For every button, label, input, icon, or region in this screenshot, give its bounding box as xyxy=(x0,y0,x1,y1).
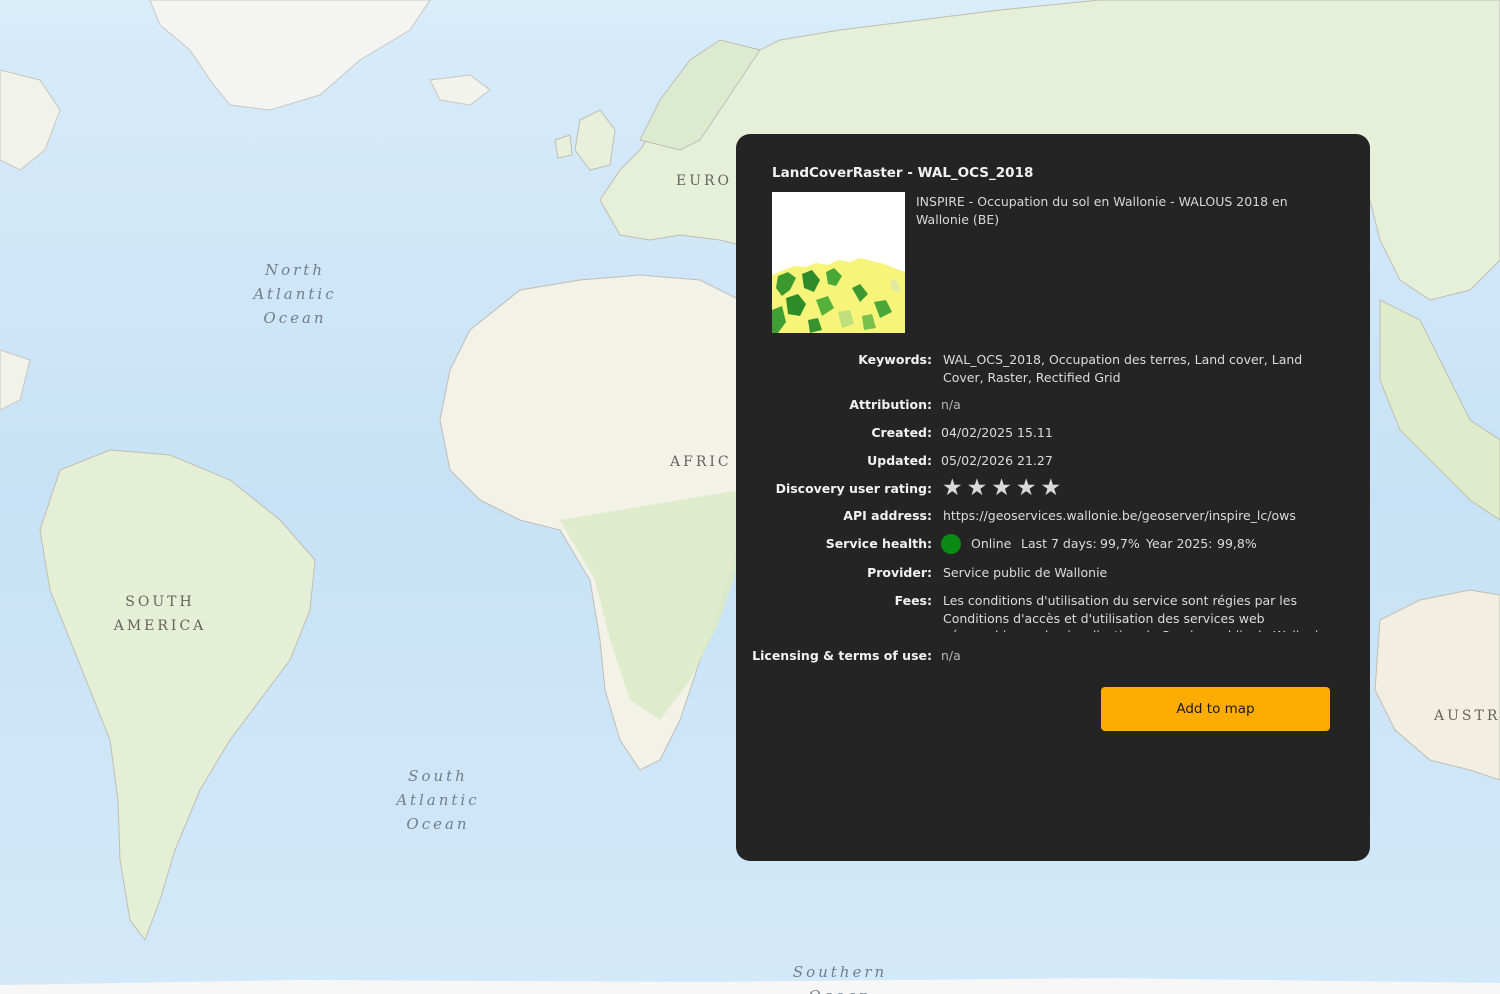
fees-value: Les conditions d'utilisation du service … xyxy=(943,593,1326,632)
year-value: 99,8% xyxy=(1217,536,1257,551)
api-label: API address: xyxy=(843,508,932,523)
year-label: Year 2025: xyxy=(1146,536,1213,551)
star-icon[interactable]: ★ xyxy=(1041,477,1062,500)
keywords-value: WAL_OCS_2018, Occupation des terres, Lan… xyxy=(943,352,1303,385)
created-label: Created: xyxy=(871,425,932,440)
keywords-label: Keywords: xyxy=(858,352,932,367)
status-online-icon xyxy=(941,534,961,554)
fees-label: Fees: xyxy=(894,593,932,608)
africa-label: AFRIC xyxy=(670,454,732,470)
star-icon[interactable]: ★ xyxy=(967,477,988,500)
provider-value: Service public de Wallonie xyxy=(943,565,1108,580)
licensing-value: n/a xyxy=(941,648,961,663)
land-cover-raster-preview-icon xyxy=(772,192,905,333)
rating-label: Discovery user rating: xyxy=(775,481,932,496)
rating-stars[interactable]: ★ ★ ★ ★ ★ xyxy=(942,477,1061,500)
health-status: Online xyxy=(971,536,1012,551)
layer-subtitle: INSPIRE - Occupation du sol en Wallonie … xyxy=(916,194,1288,227)
attribution-label: Attribution: xyxy=(849,397,932,412)
south-atlantic-label: South Atlantic Ocean xyxy=(396,767,480,833)
provider-label: Provider: xyxy=(867,565,932,580)
health-label: Service health: xyxy=(825,536,932,551)
southern-ocean-label: Southern Ocean xyxy=(792,963,888,994)
north-atlantic-label: North Atlantic Ocean xyxy=(253,261,337,327)
layer-info-panel: LandCoverRaster - WAL_OCS_2018 INSPIRE -… xyxy=(736,134,1370,861)
star-icon[interactable]: ★ xyxy=(1016,477,1037,500)
attribution-value: n/a xyxy=(941,397,961,412)
last7-label: Last 7 days: xyxy=(1021,536,1097,551)
europe-label: EURO xyxy=(676,173,733,189)
star-icon[interactable]: ★ xyxy=(942,477,963,500)
star-icon[interactable]: ★ xyxy=(991,477,1012,500)
created-value: 04/02/2025 15.11 xyxy=(941,425,1053,440)
panel-title: LandCoverRaster - WAL_OCS_2018 xyxy=(772,165,1034,181)
south-america-label: SOUTH AMERICA xyxy=(113,594,207,634)
api-address-link[interactable]: https://geoservices.wallonie.be/geoserve… xyxy=(943,507,1331,525)
licensing-label: Licensing & terms of use: xyxy=(752,648,932,663)
add-to-map-button[interactable]: Add to map xyxy=(1101,687,1330,731)
updated-label: Updated: xyxy=(867,453,932,468)
last7-value: 99,7% xyxy=(1100,536,1140,551)
australia-label: AUSTR xyxy=(1434,708,1500,724)
updated-value: 05/02/2026 21.27 xyxy=(941,453,1053,468)
